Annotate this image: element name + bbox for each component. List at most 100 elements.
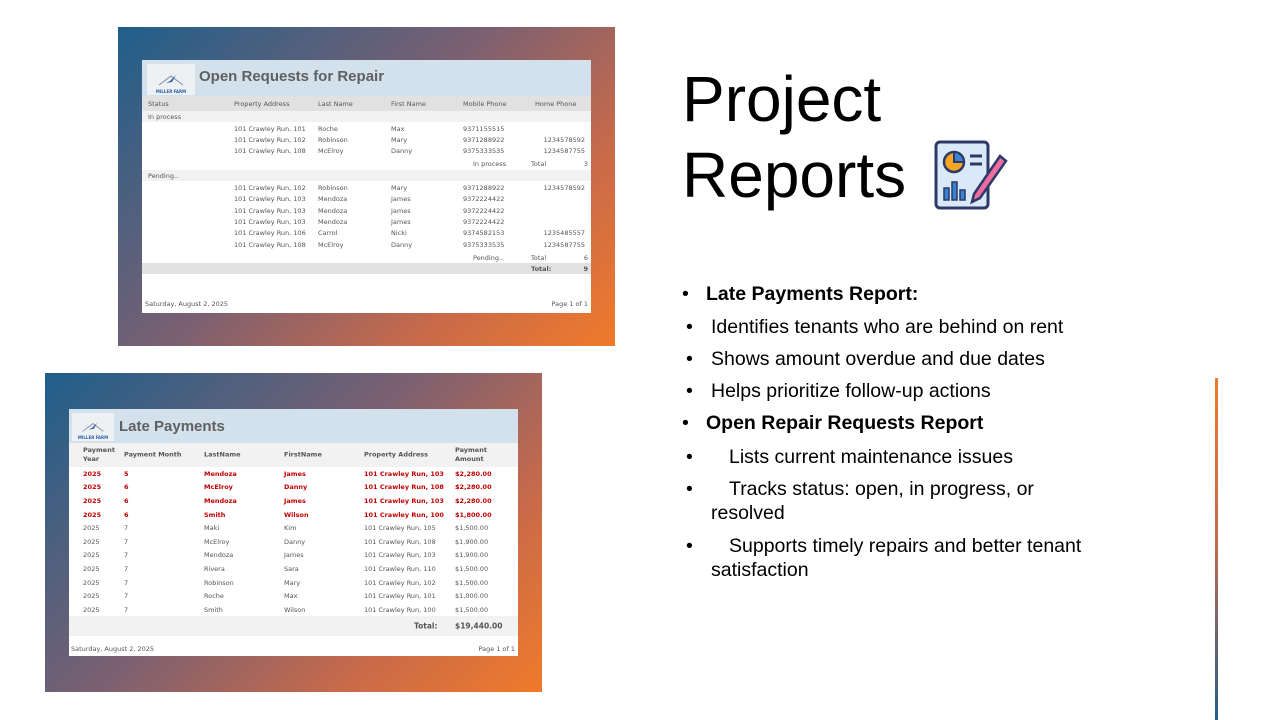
cell: 101 Crawley Run, 102 bbox=[234, 183, 306, 192]
bullet-dot: • bbox=[686, 316, 693, 338]
cell: 2025 bbox=[83, 564, 100, 573]
cell: Danny bbox=[284, 537, 306, 546]
cell: Robinson bbox=[204, 578, 234, 587]
cell: Mendoza bbox=[204, 551, 234, 560]
cell: Max bbox=[391, 124, 405, 133]
bullet-dot: • bbox=[686, 348, 693, 370]
column-header-row: Status Property Address Last Name First Nam… bbox=[142, 96, 591, 111]
table-row: 2025 7 Roche Max 101 Crawley Run, 101 $1,000.… bbox=[69, 589, 518, 603]
company-logo: MILLER FARM bbox=[72, 413, 114, 441]
column-header: Property Address bbox=[364, 450, 428, 459]
cell: 1234587755 bbox=[543, 147, 585, 156]
cell: $1,500.00 bbox=[455, 605, 489, 614]
bullet-text: Tracks status: open, in progress, or res… bbox=[711, 478, 1034, 524]
column-header: First Name bbox=[391, 99, 426, 108]
cell: 2025 bbox=[83, 537, 100, 546]
cell: 1234578592 bbox=[543, 136, 585, 145]
bullet-text: Late Payments Report: bbox=[706, 283, 919, 305]
group-status: In process bbox=[148, 112, 182, 121]
table-row: 101 Crawley Run, 106 Carrol Nicki 937458215… bbox=[142, 228, 591, 239]
bullet-text: Open Repair Requests Report bbox=[706, 412, 984, 434]
cell: 6 bbox=[124, 496, 129, 505]
table-row: 101 Crawley Run, 103 Mendoza James 93722244… bbox=[142, 194, 591, 205]
cell: Roche bbox=[204, 592, 224, 601]
company-logo: MILLER FARM bbox=[147, 64, 195, 95]
cell: 101 Crawley Run, 102 bbox=[234, 136, 306, 145]
total-word: Total bbox=[531, 160, 547, 169]
table-row: 2025 5 Mendoza James 101 Crawley Run, 103 $2,… bbox=[69, 467, 518, 481]
cell: McElroy bbox=[318, 147, 344, 156]
bullet-text: Identifies tenants who are behind on ren… bbox=[711, 316, 1064, 338]
cell: $1,900.00 bbox=[455, 551, 489, 560]
table-row: 2025 7 Robinson Mary 101 Crawley Run, 102 $1,… bbox=[69, 576, 518, 590]
column-header: Status bbox=[148, 99, 169, 108]
cell: $1,800.00 bbox=[455, 510, 492, 519]
cell: Kim bbox=[284, 524, 297, 533]
bullet-item: • Open Repair Requests Report bbox=[682, 411, 1102, 435]
cell: 2025 bbox=[83, 483, 102, 492]
cell: Smith bbox=[204, 510, 226, 519]
cell: 7 bbox=[124, 524, 129, 533]
cell: James bbox=[284, 469, 306, 478]
table-row: 2025 6 Smith Wilson 101 Crawley Run, 100 $1,8… bbox=[69, 508, 518, 522]
group-status: Pending.. bbox=[148, 171, 179, 180]
cell: 7 bbox=[124, 578, 129, 587]
logo-text: MILLER FARM bbox=[77, 435, 109, 440]
cell: 9371288922 bbox=[463, 136, 505, 145]
bullet-item: • Lists current maintenance issues bbox=[686, 445, 1106, 469]
cell: 2025 bbox=[83, 578, 100, 587]
cell: Mendoza bbox=[318, 195, 348, 204]
cell: 101 Crawley Run, 108 bbox=[234, 147, 306, 156]
cell: 2025 bbox=[83, 551, 100, 560]
cell: 101 Crawley Run, 103 bbox=[364, 551, 436, 560]
grand-total-label: Total: bbox=[531, 264, 552, 273]
cell: 101 Crawley Run, 103 bbox=[364, 469, 444, 478]
cell: 101 Crawley Run, 110 bbox=[364, 564, 436, 573]
column-header: FirstName bbox=[284, 450, 322, 459]
cell: Smith bbox=[204, 605, 223, 614]
cell: 101 Crawley Run, 103 bbox=[364, 496, 444, 505]
cell: 7 bbox=[124, 551, 129, 560]
slide-title: Project Reports bbox=[682, 62, 1008, 214]
cell: Roche bbox=[318, 124, 338, 133]
bullet-item: • Supports timely repairs and better tena… bbox=[686, 534, 1106, 582]
table-row: 2025 6 Mendoza James 101 Crawley Run, 103 $2,… bbox=[69, 494, 518, 508]
cell: 9372224422 bbox=[463, 195, 505, 204]
table-row: 101 Crawley Run, 102 Robinson Mary 93712889… bbox=[142, 182, 591, 193]
cell: $1,000.00 bbox=[455, 592, 489, 601]
cell: James bbox=[391, 195, 411, 204]
cell: Mary bbox=[391, 183, 408, 192]
cell: 101 Crawley Run, 105 bbox=[364, 524, 436, 533]
cell: 101 Crawley Run, 108 bbox=[234, 240, 306, 249]
cell: Wilson bbox=[284, 605, 306, 614]
cell: Danny bbox=[391, 147, 413, 156]
cell: 101 Crawley Run, 103 bbox=[234, 195, 306, 204]
subtotal-label: Pending.. bbox=[473, 253, 504, 262]
bullet-item: • Identifies tenants who are behind on re… bbox=[686, 315, 1106, 339]
cell: 6 bbox=[124, 483, 129, 492]
group-header-row: In process bbox=[142, 111, 591, 122]
cell: 7 bbox=[124, 564, 129, 573]
table-row: 101 Crawley Run, 108 McElroy Danny 93753335… bbox=[142, 239, 591, 250]
cell: 101 Crawley Run, 102 bbox=[364, 578, 436, 587]
cell: $1,500.00 bbox=[455, 578, 489, 587]
subtotal-count: 3 bbox=[583, 160, 588, 169]
cell: Mendoza bbox=[318, 218, 348, 227]
cell: 2025 bbox=[83, 605, 100, 614]
table-row: 2025 7 Rivera Sara 101 Crawley Run, 110 $1,50… bbox=[69, 562, 518, 576]
cell: James bbox=[391, 218, 411, 227]
logo-text: MILLER FARM bbox=[155, 89, 187, 94]
cell: 2025 bbox=[83, 592, 100, 601]
cell: 6 bbox=[124, 510, 129, 519]
column-header: Home Phone bbox=[535, 99, 577, 108]
cell: 7 bbox=[124, 605, 129, 614]
open-repair-report: MILLER FARM Open Requests for Repair Sta… bbox=[142, 60, 591, 313]
group-subtotal-row: Pending.. Total 6 bbox=[142, 252, 591, 264]
cell: 2025 bbox=[83, 524, 100, 533]
report-header: MILLER FARM Open Requests for Repair bbox=[142, 60, 591, 96]
column-header: Property Address bbox=[234, 99, 290, 108]
cell: Robinson bbox=[318, 183, 348, 192]
cell: Rivera bbox=[204, 564, 225, 573]
total-value: $19,440.00 bbox=[455, 621, 503, 631]
cell: 9375333535 bbox=[463, 147, 505, 156]
